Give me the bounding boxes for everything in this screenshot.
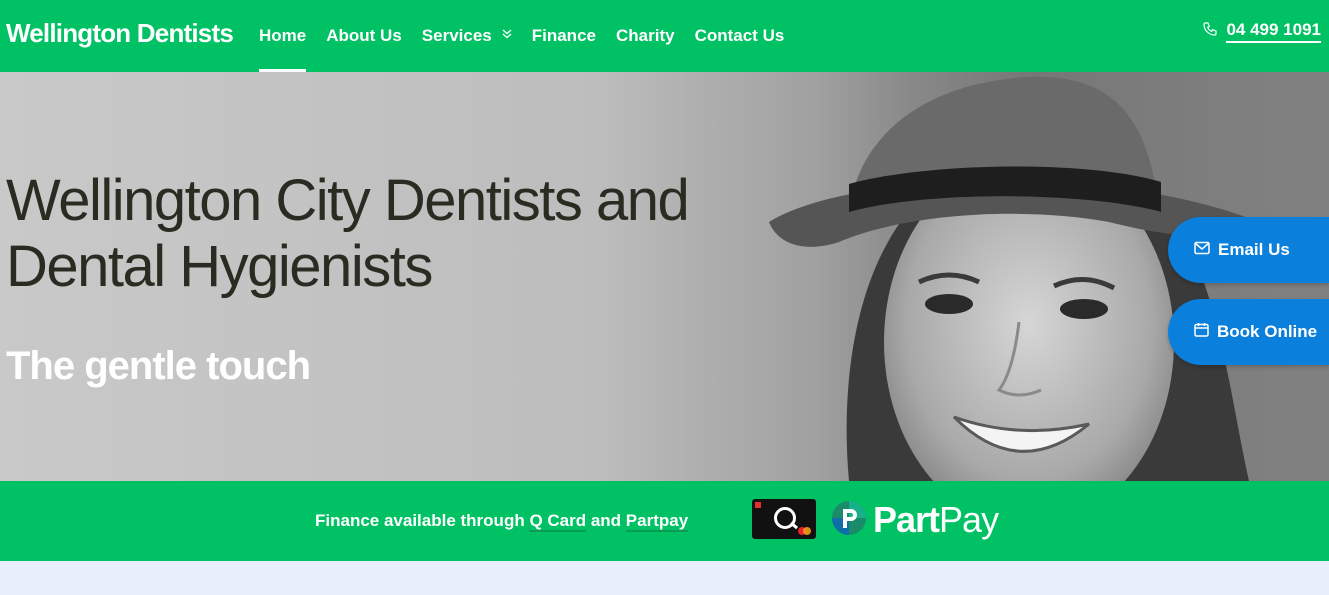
- hero-banner: Wellington City Dentists and Dental Hygi…: [0, 72, 1329, 481]
- partpay-word-pay: Pay: [939, 499, 999, 540]
- nav-item-label: Home: [259, 26, 307, 45]
- nav-item-label: Services: [421, 26, 492, 45]
- envelope-icon: [1194, 240, 1218, 260]
- page-footer-strip: [0, 561, 1329, 595]
- qcard-logo: [752, 499, 816, 539]
- site-logo[interactable]: Wellington Dentists: [6, 18, 234, 49]
- finance-text-before: Finance available through: [315, 511, 530, 530]
- qcard-q-tail: [789, 521, 799, 530]
- partpay-link[interactable]: Partpay: [625, 511, 689, 532]
- partpay-p-icon: [831, 500, 867, 541]
- mastercard-icon-overlap: [803, 527, 811, 535]
- book-online-label: Book Online: [1217, 322, 1318, 341]
- finance-banner: Finance available through Q Card and Par…: [0, 481, 1329, 561]
- partpay-word-part: Part: [873, 499, 940, 540]
- partpay-wordmark: PartPay: [873, 499, 999, 541]
- qcard-link[interactable]: Q Card: [529, 511, 587, 532]
- main-nav: Home About Us Services Finance Charity C…: [259, 0, 804, 72]
- nav-item-home[interactable]: Home: [259, 0, 307, 72]
- nav-item-charity[interactable]: Charity: [616, 0, 675, 72]
- nav-item-label: Finance: [531, 26, 596, 45]
- nav-item-label: About Us: [326, 26, 402, 45]
- hero-subtitle: The gentle touch: [6, 344, 311, 388]
- finance-text-middle: and: [586, 511, 626, 530]
- nav-item-contact-us[interactable]: Contact Us: [695, 0, 785, 72]
- phone-icon: [1202, 21, 1226, 42]
- nav-item-finance[interactable]: Finance: [532, 0, 596, 72]
- hero-title: Wellington City Dentists and Dental Hygi…: [6, 168, 690, 299]
- nav-item-services[interactable]: Services: [422, 0, 512, 72]
- nav-item-label: Charity: [615, 26, 675, 45]
- calendar-icon: [1194, 322, 1217, 342]
- email-us-label: Email Us: [1218, 240, 1290, 259]
- email-us-button[interactable]: Email Us: [1168, 217, 1329, 283]
- chevron-down-icon: [502, 28, 512, 42]
- phone-contact[interactable]: 04 499 1091: [1202, 20, 1321, 43]
- nav-item-about-us[interactable]: About Us: [326, 0, 402, 72]
- book-online-button[interactable]: Book Online: [1168, 299, 1329, 365]
- partpay-logo: PartPay: [831, 499, 999, 541]
- qcard-corner-mark: [755, 502, 761, 508]
- site-header: Wellington Dentists Home About Us Servic…: [0, 0, 1329, 72]
- finance-text: Finance available through Q Card and Par…: [315, 511, 689, 532]
- nav-item-label: Contact Us: [694, 26, 785, 45]
- phone-number-link[interactable]: 04 499 1091: [1226, 20, 1321, 43]
